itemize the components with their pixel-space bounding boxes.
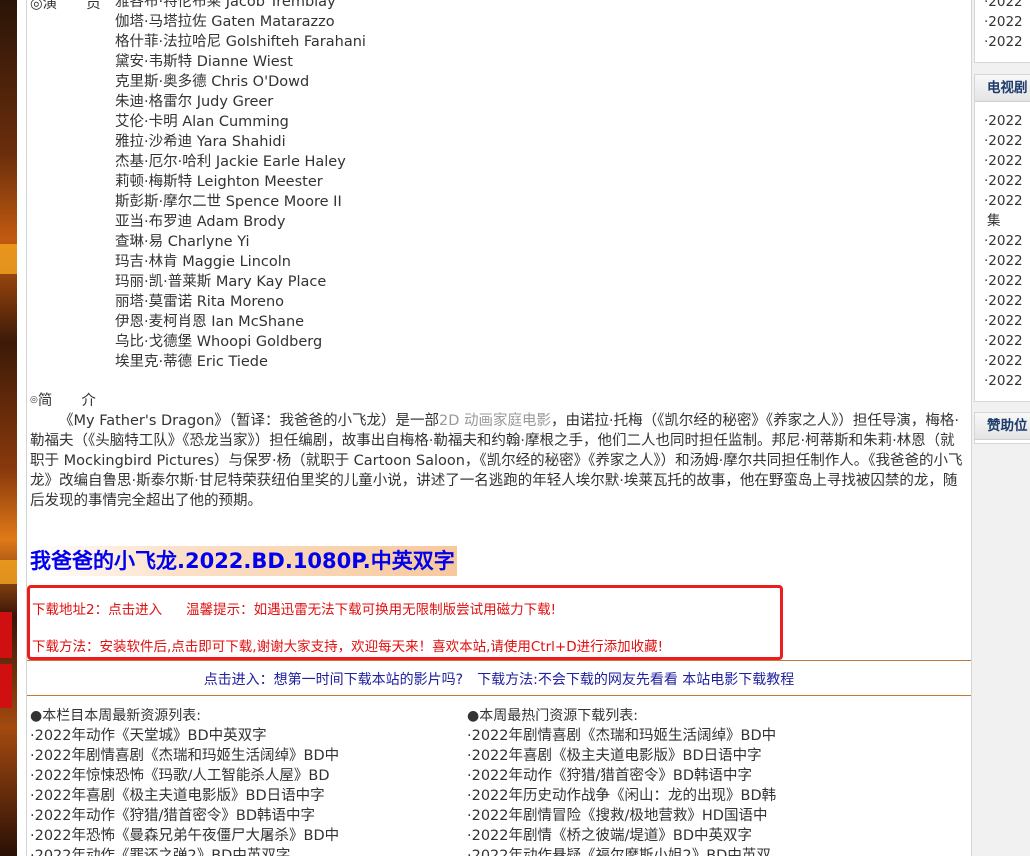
download-tip: 温馨提示：如遇迅雷无法下载可换用无限制版尝试用磁力下载! xyxy=(186,602,557,618)
weekly-new-heading: ●本栏目本周最新资源列表: xyxy=(30,708,201,724)
intro-text-part: 《My Father's Dragon》（暂译：我爸爸的小飞龙）是一部 xyxy=(59,413,440,429)
sidebar-item[interactable]: ·2022 xyxy=(975,111,1030,131)
cast-member: 艾伦·卡明 Alan Cumming xyxy=(115,114,289,130)
release-title[interactable]: 我爸爸的小飞龙.2022.BD.1080P.中英双字 xyxy=(30,546,457,576)
download-tutorial-link[interactable]: 下载方法:不会下载的网友先看看 本站电影下载教程 xyxy=(477,672,794,688)
sidebar-item[interactable]: ·2022 xyxy=(975,311,1030,331)
intro-heading: ◎简 介 xyxy=(30,389,96,410)
sidebar-item[interactable]: ·2022 xyxy=(975,271,1030,291)
sidebar-item[interactable]: ·2022 xyxy=(975,331,1030,351)
download-method-line: 下载方法：安装软件后,点击即可下载,谢谢大家支持，欢迎每天来！喜欢本站,请使用C… xyxy=(32,639,664,655)
cast-member: 玛丽·凯·普莱斯 Mary Kay Place xyxy=(115,274,327,290)
background-glint xyxy=(0,560,17,584)
weekly-new-list: ●本栏目本周最新资源列表: ·2022年动作《天堂城》BD中英双字 ·2022年… xyxy=(30,706,460,856)
intro-text-faded: 2D 动画家庭电影 xyxy=(439,413,552,429)
list-item[interactable]: ·2022年动作《罪还之弹2》BD中英双字 xyxy=(30,846,460,856)
divider-line xyxy=(27,695,971,696)
cast-member: 丽塔·莫雷诺 Rita Moreno xyxy=(115,294,285,310)
cast-member: 格什菲·法拉哈尼 Golshifteh Farahani xyxy=(115,34,366,50)
sidebar-panel-sponsor: 赞助位 xyxy=(974,412,1030,444)
cast-member: 埃里克·蒂德 Eric Tiede xyxy=(115,354,268,370)
cast-member: 雅拉·沙希迪 Yara Shahidi xyxy=(115,134,286,150)
cast-heading: ◎演 员 xyxy=(30,0,101,13)
cast-member: 莉顿·梅斯特 Leighton Meester xyxy=(115,174,323,190)
weekly-hot-heading: ●本周最热门资源下载列表: xyxy=(467,708,638,724)
cast-member: 斯彭斯·摩尔二世 Spence Moore II xyxy=(115,194,342,210)
list-item[interactable]: ·2022年动作《狩猎/猎首密令》BD韩语中字 xyxy=(467,766,967,786)
list-item[interactable]: ·2022年动作悬疑《福尔摩斯小姐2》BD中英双 xyxy=(467,846,967,856)
cast-list: 雅各布·特伦布莱 Jacob Tremblay 伽塔·马塔拉佐 Gaten Ma… xyxy=(115,0,366,372)
sidebar-item[interactable]: ·2022 xyxy=(975,131,1030,151)
main-content: ◎演 员 雅各布·特伦布莱 Jacob Tremblay 伽塔·马塔拉佐 Gat… xyxy=(26,0,972,856)
background-glint xyxy=(0,244,17,274)
cast-member: 查琳·易 Charlyne Yi xyxy=(115,234,250,250)
list-item[interactable]: ·2022年恐怖《曼森兄弟午夜僵尸大屠杀》BD中 xyxy=(30,826,460,846)
sidebar-item[interactable]: ·2022 xyxy=(975,151,1030,171)
background-red-block xyxy=(0,612,12,658)
sidebar-panel-top: ·2022 ·2022 ·2022 xyxy=(974,0,1030,63)
sidebar-item[interactable]: ·2022 xyxy=(975,0,1030,12)
list-item[interactable]: ·2022年剧情喜剧《杰瑞和玛姬生活阔绰》BD中 xyxy=(467,726,967,746)
background-art-strip xyxy=(0,0,17,856)
sidebar-item[interactable]: ·2022 xyxy=(975,171,1030,191)
sidebar-panel-tv: 电视剧 ·2022 ·2022 ·2022 ·2022 ·2022 集 ·202… xyxy=(974,74,1030,402)
cast-member: 玛吉·林肯 Maggie Lincoln xyxy=(115,254,291,270)
sidebar-item[interactable]: ·2022 xyxy=(975,291,1030,311)
list-item[interactable]: ·2022年喜剧《极主夫道电影版》BD日语中字 xyxy=(30,786,460,806)
list-item[interactable]: ·2022年动作《狩猎/猎首密令》BD韩语中字 xyxy=(30,806,460,826)
sidebar-item[interactable]: ·2022 xyxy=(975,191,1030,211)
intro-paragraph: 《My Father's Dragon》（暂译：我爸爸的小飞龙）是一部2D 动画… xyxy=(30,411,966,511)
sidebar-tv-heading[interactable]: 电视剧 xyxy=(975,75,1030,102)
right-sidebar: ·2022 ·2022 ·2022 电视剧 ·2022 ·2022 ·2022 … xyxy=(972,0,1030,856)
cast-member: 克里斯·奥多德 Chris O'Dowd xyxy=(115,74,310,90)
list-item[interactable]: ·2022年惊悚恐怖《玛歌/人工智能杀人屋》BD xyxy=(30,766,460,786)
first-time-download-link[interactable]: 点击进入：想第一时间下载本站的影片吗? xyxy=(204,672,463,688)
download-address-link[interactable]: 下载地址2：点击进入 xyxy=(32,602,162,618)
background-red-block xyxy=(0,664,12,708)
download-box: 下载地址2：点击进入 温馨提示：如遇迅雷无法下载可换用无限制版尝试用磁力下载! 下… xyxy=(27,585,783,660)
list-item[interactable]: ·2022年剧情《桥之彼端/堤道》BD中英双字 xyxy=(467,826,967,846)
sidebar-item[interactable]: 集 xyxy=(975,211,1030,231)
cast-heading-label: ◎演 员 xyxy=(30,0,101,12)
intro-heading-label: 简 介 xyxy=(37,393,96,409)
cast-member: 黛安·韦斯特 Dianne Wiest xyxy=(115,54,293,70)
sidebar-item[interactable]: ·2022 xyxy=(975,371,1030,391)
bullet-mark-icon: ◎ xyxy=(30,395,38,405)
cast-member: 乌比·戈德堡 Whoopi Goldberg xyxy=(115,334,323,350)
sidebar-item[interactable]: ·2022 xyxy=(975,351,1030,371)
cast-member: 朱迪·格雷尔 Judy Greer xyxy=(115,94,274,110)
list-item[interactable]: ·2022年剧情喜剧《杰瑞和玛姬生活阔绰》BD中 xyxy=(30,746,460,766)
list-item[interactable]: ·2022年喜剧《极主夫道电影版》BD日语中字 xyxy=(467,746,967,766)
weekly-hot-list: ●本周最热门资源下载列表: ·2022年剧情喜剧《杰瑞和玛姬生活阔绰》BD中 ·… xyxy=(467,706,967,856)
sidebar-item[interactable]: ·2022 xyxy=(975,32,1030,52)
sidebar-item[interactable]: ·2022 xyxy=(975,251,1030,271)
sidebar-item[interactable]: ·2022 xyxy=(975,12,1030,32)
list-item[interactable]: ·2022年动作《天堂城》BD中英双字 xyxy=(30,726,460,746)
cast-member: 亚当·布罗迪 Adam Brody xyxy=(115,214,286,230)
sidebar-sponsor-heading: 赞助位 xyxy=(975,413,1030,440)
download-help-row: 点击进入：想第一时间下载本站的影片吗? 下载方法:不会下载的网友先看看 本站电影下… xyxy=(27,669,971,689)
list-item[interactable]: ·2022年历史动作战争《闲山：龙的出现》BD韩 xyxy=(467,786,967,806)
cast-member: 杰基·厄尔·哈利 Jackie Earle Haley xyxy=(115,154,346,170)
cast-member: 伽塔·马塔拉佐 Gaten Matarazzo xyxy=(115,14,335,30)
divider-line xyxy=(27,660,971,661)
sidebar-item[interactable]: ·2022 xyxy=(975,231,1030,251)
cast-member: 伊恩·麦柯肖恩 Ian McShane xyxy=(115,314,305,330)
list-item[interactable]: ·2022年剧情冒险《搜救/极地营救》HD国语中 xyxy=(467,806,967,826)
cast-member: 雅各布·特伦布莱 Jacob Tremblay xyxy=(115,0,336,10)
download-address-line: 下载地址2：点击进入 温馨提示：如遇迅雷无法下载可换用无限制版尝试用磁力下载! xyxy=(32,598,556,618)
